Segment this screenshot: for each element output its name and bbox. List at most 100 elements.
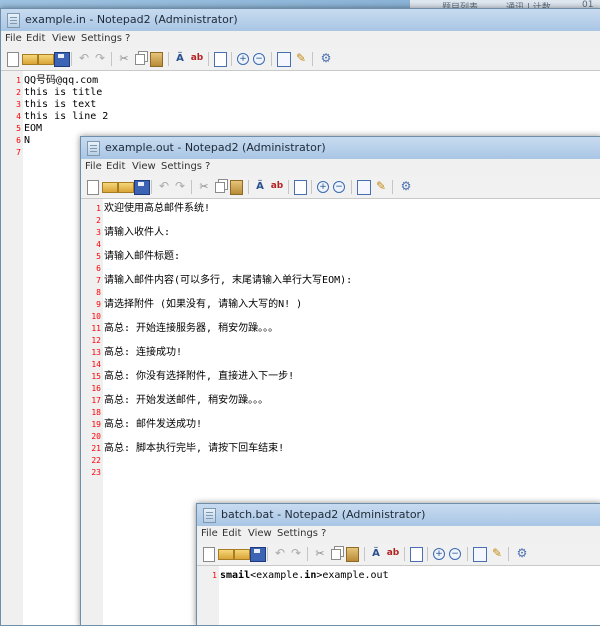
text-line[interactable]: 2 [81, 215, 600, 227]
cut-icon[interactable]: ✂ [117, 52, 131, 65]
text-line[interactable]: 11 高总: 开始连接服务器, 稍安勿躁。。。 [81, 323, 600, 335]
window-batch-bat[interactable]: batch.bat - Notepad2 (Administrator) Fil… [196, 503, 600, 626]
text-line[interactable]: 22 [81, 455, 600, 467]
text-line[interactable]: 8 [81, 287, 600, 299]
menu-settings[interactable]: Settings [277, 528, 318, 539]
text-line[interactable]: 18 [81, 407, 600, 419]
find-icon[interactable]: Ä [369, 547, 383, 560]
text-line[interactable]: 7 请输入邮件内容(可以多行, 末尾请输入单行大写EOM): [81, 275, 600, 287]
menu-help[interactable]: ? [205, 161, 210, 172]
redo-icon[interactable]: ↷ [289, 547, 303, 560]
save-icon[interactable] [134, 180, 150, 195]
menu-view[interactable]: View [132, 161, 156, 172]
browse-folder-icon[interactable] [38, 54, 54, 65]
open-folder-icon[interactable] [22, 54, 38, 65]
text-line[interactable]: 4 [81, 239, 600, 251]
customize-schemes-icon[interactable]: ✎ [490, 547, 504, 560]
scheme-icon[interactable] [277, 52, 291, 67]
replace-icon[interactable]: ab [270, 180, 284, 193]
text-line[interactable]: 2 this is title [1, 87, 600, 99]
redo-icon[interactable]: ↷ [173, 180, 187, 193]
zoom-out-icon[interactable]: − [449, 548, 461, 560]
copy-icon[interactable] [215, 182, 225, 193]
undo-icon[interactable]: ↶ [157, 180, 171, 193]
replace-icon[interactable]: ab [386, 547, 400, 560]
text-line[interactable]: 19 高总: 邮件发送成功! [81, 419, 600, 431]
new-file-icon[interactable] [7, 52, 19, 67]
save-icon[interactable] [54, 52, 70, 67]
copy-icon[interactable] [135, 54, 145, 65]
menu-edit[interactable]: Edit [222, 528, 241, 539]
replace-icon[interactable]: ab [190, 52, 204, 65]
text-line[interactable]: 6 [81, 263, 600, 275]
paste-icon[interactable] [150, 52, 163, 67]
text-line[interactable]: 5 请输入邮件标题: [81, 251, 600, 263]
text-line[interactable]: 5 EOM [1, 123, 600, 135]
titlebar[interactable]: example.in - Notepad2 (Administrator) [1, 9, 600, 31]
text-line[interactable]: 13 高总: 连接成功! [81, 347, 600, 359]
paste-icon[interactable] [346, 547, 359, 562]
text-line[interactable]: 21 高总: 脚本执行完毕, 请按下回车结束! [81, 443, 600, 455]
text-line[interactable]: 23 [81, 467, 600, 479]
zoom-in-icon[interactable]: + [237, 53, 249, 65]
new-file-icon[interactable] [203, 547, 215, 562]
open-folder-icon[interactable] [218, 549, 234, 560]
goto-line-icon[interactable] [214, 52, 227, 67]
zoom-out-icon[interactable]: − [333, 181, 345, 193]
menu-view[interactable]: View [52, 33, 76, 44]
settings-icon[interactable]: ⚙ [399, 180, 413, 193]
goto-line-icon[interactable] [294, 180, 307, 195]
text-line[interactable]: 1 smail<example.in>example.out [197, 570, 600, 582]
open-folder-icon[interactable] [102, 182, 118, 193]
text-line[interactable]: 15 高总: 你没有选择附件, 直接进入下一步! [81, 371, 600, 383]
text-line[interactable]: 3 this is text [1, 99, 600, 111]
text-line[interactable]: 12 [81, 335, 600, 347]
menu-settings[interactable]: Settings [161, 161, 202, 172]
zoom-in-icon[interactable]: + [433, 548, 445, 560]
menu-view[interactable]: View [248, 528, 272, 539]
text-line[interactable]: 1 QQ号码@qq.com [1, 75, 600, 87]
customize-schemes-icon[interactable]: ✎ [374, 180, 388, 193]
menu-settings[interactable]: Settings [81, 33, 122, 44]
find-icon[interactable]: Ä [173, 52, 187, 65]
editor-area[interactable]: 1 smail<example.in>example.out [197, 566, 600, 625]
text-line[interactable]: 1 欢迎使用高总邮件系统! [81, 203, 600, 215]
save-icon[interactable] [250, 547, 266, 562]
cut-icon[interactable]: ✂ [313, 547, 327, 560]
find-icon[interactable]: Ä [253, 180, 267, 193]
titlebar[interactable]: batch.bat - Notepad2 (Administrator) [197, 504, 600, 526]
settings-icon[interactable]: ⚙ [319, 52, 333, 65]
zoom-out-icon[interactable]: − [253, 53, 265, 65]
new-file-icon[interactable] [87, 180, 99, 195]
titlebar[interactable]: example.out - Notepad2 (Administrator) [81, 137, 600, 159]
settings-icon[interactable]: ⚙ [515, 547, 529, 560]
menu-edit[interactable]: Edit [106, 161, 125, 172]
menu-help[interactable]: ? [321, 528, 326, 539]
scheme-icon[interactable] [357, 180, 371, 195]
redo-icon[interactable]: ↷ [93, 52, 107, 65]
browse-folder-icon[interactable] [118, 182, 134, 193]
menu-file[interactable]: File [5, 33, 22, 44]
menu-file[interactable]: File [85, 161, 102, 172]
zoom-in-icon[interactable]: + [317, 181, 329, 193]
text-line[interactable]: 4 this is line 2 [1, 111, 600, 123]
goto-line-icon[interactable] [410, 547, 423, 562]
customize-schemes-icon[interactable]: ✎ [294, 52, 308, 65]
menu-edit[interactable]: Edit [26, 33, 45, 44]
undo-icon[interactable]: ↶ [273, 547, 287, 560]
text-line[interactable]: 10 [81, 311, 600, 323]
menu-file[interactable]: File [201, 528, 218, 539]
text-line[interactable]: 9 请选择附件 (如果没有, 请输入大写的N! ) [81, 299, 600, 311]
copy-icon[interactable] [331, 549, 341, 560]
text-line[interactable]: 20 [81, 431, 600, 443]
text-line[interactable]: 14 [81, 359, 600, 371]
text-line[interactable]: 16 [81, 383, 600, 395]
cut-icon[interactable]: ✂ [197, 180, 211, 193]
undo-icon[interactable]: ↶ [77, 52, 91, 65]
menu-help[interactable]: ? [125, 33, 130, 44]
scheme-icon[interactable] [473, 547, 487, 562]
text-line[interactable]: 3 请输入收件人: [81, 227, 600, 239]
text-line[interactable]: 17 高总: 开始发送邮件, 稍安勿躁。。。 [81, 395, 600, 407]
paste-icon[interactable] [230, 180, 243, 195]
browse-folder-icon[interactable] [234, 549, 250, 560]
